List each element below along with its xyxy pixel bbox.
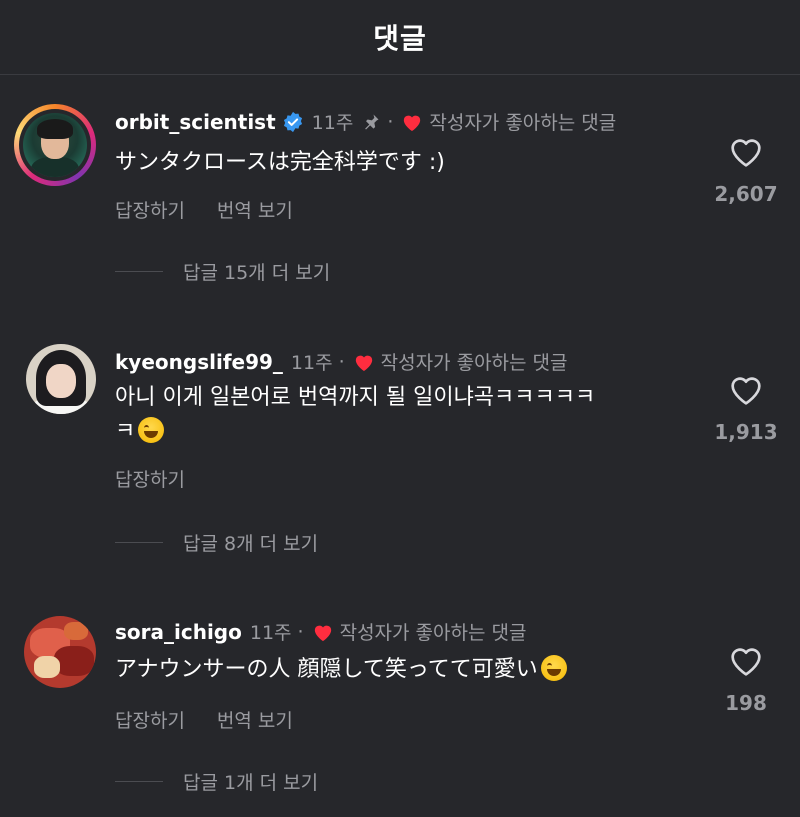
view-more-replies[interactable]: 답글 15개 더 보기 <box>115 258 330 285</box>
replies-divider <box>115 781 163 782</box>
creator-liked-label: 작성자가 좋아하는 댓글 <box>339 622 527 644</box>
view-more-replies[interactable]: 답글 1개 더 보기 <box>115 768 318 795</box>
avatar[interactable] <box>14 104 96 186</box>
comment-text-body: アナウンサーの人 顔隠して笑ってて可愛い <box>115 657 538 682</box>
grinning-squinting-emoji-icon <box>540 655 567 681</box>
separator-dot: · <box>297 620 304 643</box>
view-more-replies-label: 답글 15개 더 보기 <box>183 262 331 284</box>
creator-liked-heart-icon <box>355 355 372 371</box>
like-count: 198 <box>725 691 767 715</box>
comment-meta: orbit_scientist 11주 · 작성자가 좋아하는 댓글 <box>115 108 616 135</box>
creator-liked-label: 작성자가 좋아하는 댓글 <box>429 112 617 134</box>
pin-icon <box>365 114 379 129</box>
comment-time: 11주 <box>290 352 333 374</box>
comment-meta: sora_ichigo 11주 · 작성자가 좋아하는 댓글 <box>115 618 526 645</box>
avatar[interactable] <box>26 344 96 414</box>
comment-text-line-2: ㅋ <box>115 415 595 449</box>
comment-text: サンタクロースは完全科学です :) <box>115 150 445 175</box>
view-more-replies-label: 답글 1개 더 보기 <box>183 772 319 794</box>
comment-text-line-2-text: ㅋ <box>115 419 136 444</box>
comment-text: 아니 이게 일본어로 번역까지 될 일이냐곡ㅋㅋㅋㅋㅋ ㅋ <box>115 381 595 449</box>
like-column: 198 <box>716 645 776 715</box>
comment-actions: 답장하기 <box>115 465 217 492</box>
comment-meta: kyeongslife99_ 11주 · 작성자가 좋아하는 댓글 <box>115 348 568 375</box>
username[interactable]: orbit_scientist <box>115 110 276 134</box>
separator-dot: · <box>338 350 345 373</box>
username[interactable]: kyeongslife99_ <box>115 350 283 374</box>
creator-liked-heart-icon <box>404 115 421 131</box>
verified-badge-icon <box>283 111 302 132</box>
header-title: 댓글 <box>373 22 427 55</box>
comment-time: 11주 <box>311 112 354 134</box>
creator-liked-heart-icon <box>314 625 331 641</box>
reply-button[interactable]: 답장하기 <box>115 196 185 223</box>
comment-time: 11주 <box>249 622 292 644</box>
separator-dot: · <box>387 110 394 133</box>
laughing-tears-emoji-icon <box>138 417 165 443</box>
reply-button[interactable]: 답장하기 <box>115 706 185 733</box>
heart-outline-icon[interactable] <box>728 645 764 677</box>
comment-text: アナウンサーの人 顔隠して笑ってて可愛い <box>115 653 567 687</box>
translate-button[interactable]: 번역 보기 <box>217 706 293 733</box>
heart-outline-icon[interactable] <box>728 374 764 406</box>
replies-divider <box>115 271 163 272</box>
like-count: 2,607 <box>714 182 778 206</box>
view-more-replies-label: 답글 8개 더 보기 <box>183 533 319 555</box>
avatar[interactable] <box>24 616 96 688</box>
comment-actions: 답장하기 번역 보기 <box>115 196 325 223</box>
view-more-replies[interactable]: 답글 8개 더 보기 <box>115 529 318 556</box>
translate-button[interactable]: 번역 보기 <box>217 196 293 223</box>
username[interactable]: sora_ichigo <box>115 620 242 644</box>
creator-liked-label: 작성자가 좋아하는 댓글 <box>380 352 568 374</box>
heart-outline-icon[interactable] <box>728 136 764 168</box>
comment-text-line-1: 아니 이게 일본어로 번역까지 될 일이냐곡ㅋㅋㅋㅋㅋ <box>115 385 596 410</box>
comment-actions: 답장하기 번역 보기 <box>115 706 325 733</box>
like-count: 1,913 <box>714 420 778 444</box>
reply-button[interactable]: 답장하기 <box>115 465 185 492</box>
replies-divider <box>115 542 163 543</box>
comments-header: 댓글 <box>0 0 800 75</box>
like-column: 1,913 <box>714 374 778 444</box>
like-column: 2,607 <box>714 136 778 206</box>
